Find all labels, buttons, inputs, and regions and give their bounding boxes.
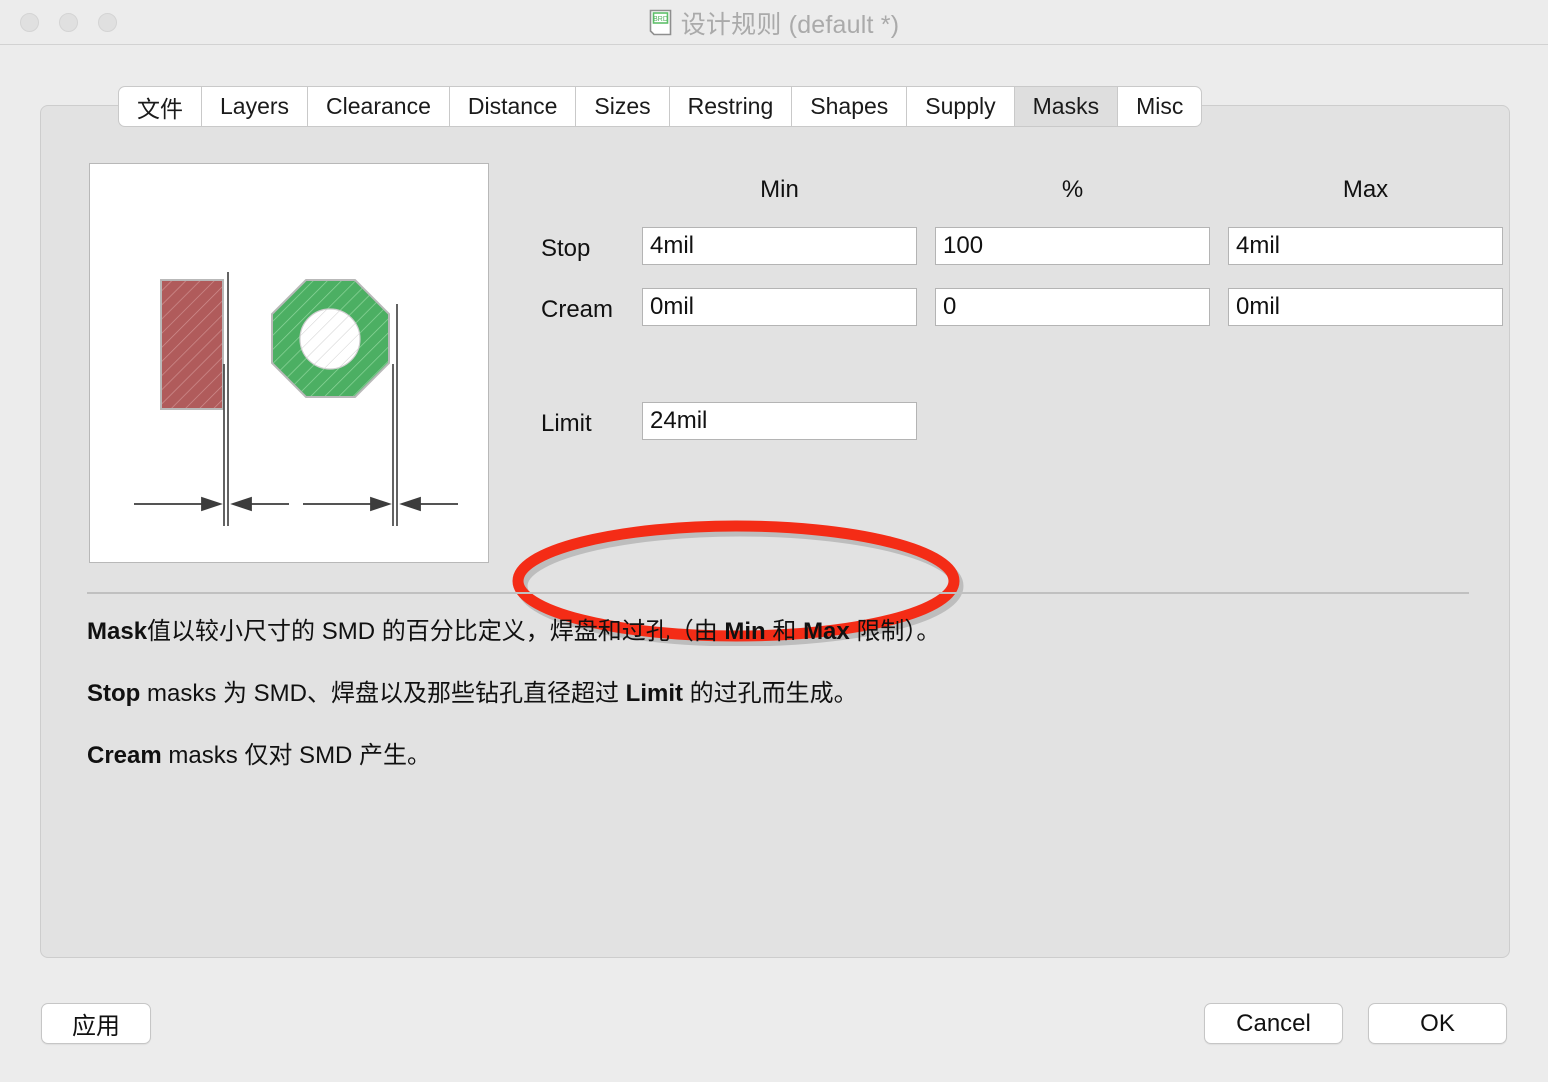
tab-clearance[interactable]: Clearance bbox=[307, 86, 449, 127]
tab-supply[interactable]: Supply bbox=[906, 86, 1014, 127]
stop-max-input[interactable]: 4mil bbox=[1228, 227, 1503, 265]
desc2-bold-limit: Limit bbox=[625, 680, 683, 707]
cream-min-input[interactable]: 0mil bbox=[642, 288, 917, 326]
stop-min-input[interactable]: 4mil bbox=[642, 227, 917, 265]
desc3-text-1: masks 仅对 SMD 产生。 bbox=[161, 742, 432, 769]
tab-misc[interactable]: Misc bbox=[1117, 86, 1203, 127]
tab-shapes[interactable]: Shapes bbox=[791, 86, 907, 127]
ok-button[interactable]: OK bbox=[1368, 1003, 1507, 1044]
window-title-group: BRD 设计规则 (default *) bbox=[0, 0, 1548, 45]
document-icon: BRD bbox=[649, 9, 672, 36]
tab-restring[interactable]: Restring bbox=[668, 86, 792, 127]
tab-files[interactable]: 文件 bbox=[118, 86, 201, 127]
desc3-bold-cream: Cream bbox=[87, 742, 162, 769]
masks-panel: Min % Max Stop 4mil 100 4mil Cream 0mil … bbox=[40, 105, 1510, 958]
desc1-text-3: 限制）。 bbox=[849, 618, 941, 645]
desc1-text-1: 值以较小尺寸的 SMD 的百分比定义，焊盘和过孔（由 bbox=[147, 618, 725, 645]
row-label-cream: Cream bbox=[541, 296, 614, 323]
mask-illustration bbox=[89, 163, 489, 563]
tab-sizes[interactable]: Sizes bbox=[575, 86, 669, 127]
desc1-bold-mask: Mask bbox=[87, 618, 148, 645]
window-titlebar: BRD 设计规则 (default *) bbox=[0, 0, 1548, 45]
stop-percent-input[interactable]: 100 bbox=[935, 227, 1210, 265]
description-line-1: Mask值以较小尺寸的 SMD 的百分比定义，焊盘和过孔（由 Min 和 Max… bbox=[87, 618, 940, 647]
dimension-arrows bbox=[134, 496, 458, 512]
column-header-min: Min bbox=[760, 176, 799, 203]
column-header-percent: % bbox=[1061, 176, 1084, 203]
content-separator bbox=[87, 592, 1469, 594]
apply-button[interactable]: 应用 bbox=[41, 1003, 151, 1044]
desc1-bold-min: Min bbox=[724, 618, 766, 645]
column-header-max: Max bbox=[1342, 176, 1389, 203]
svg-text:BRD: BRD bbox=[653, 16, 668, 23]
desc1-bold-max: Max bbox=[803, 618, 850, 645]
description-line-2: Stop masks 为 SMD、焊盘以及那些钻孔直径超过 Limit 的过孔而… bbox=[87, 680, 858, 709]
drill-hole bbox=[299, 308, 361, 370]
limit-input[interactable]: 24mil bbox=[642, 402, 917, 440]
description-line-3: Cream masks 仅对 SMD 产生。 bbox=[87, 742, 431, 771]
tab-masks[interactable]: Masks bbox=[1013, 86, 1118, 127]
tab-distance[interactable]: Distance bbox=[448, 86, 576, 127]
window-title: 设计规则 (default *) bbox=[680, 10, 900, 39]
desc1-text-2: 和 bbox=[765, 618, 804, 645]
pad-octagon bbox=[271, 279, 390, 398]
tab-layers[interactable]: Layers bbox=[201, 86, 308, 127]
row-label-limit: Limit bbox=[541, 410, 592, 437]
desc2-text-1: masks 为 SMD、焊盘以及那些钻孔直径超过 bbox=[140, 680, 626, 707]
smd-rectangle bbox=[160, 279, 224, 410]
desc2-text-2: 的过孔而生成。 bbox=[683, 680, 858, 707]
tab-bar[interactable]: 文件 Layers Clearance Distance Sizes Restr… bbox=[118, 86, 1203, 127]
row-label-stop: Stop bbox=[541, 235, 591, 262]
cream-percent-input[interactable]: 0 bbox=[935, 288, 1210, 326]
desc2-bold-stop: Stop bbox=[87, 680, 141, 707]
cream-max-input[interactable]: 0mil bbox=[1228, 288, 1503, 326]
cancel-button[interactable]: Cancel bbox=[1204, 1003, 1343, 1044]
